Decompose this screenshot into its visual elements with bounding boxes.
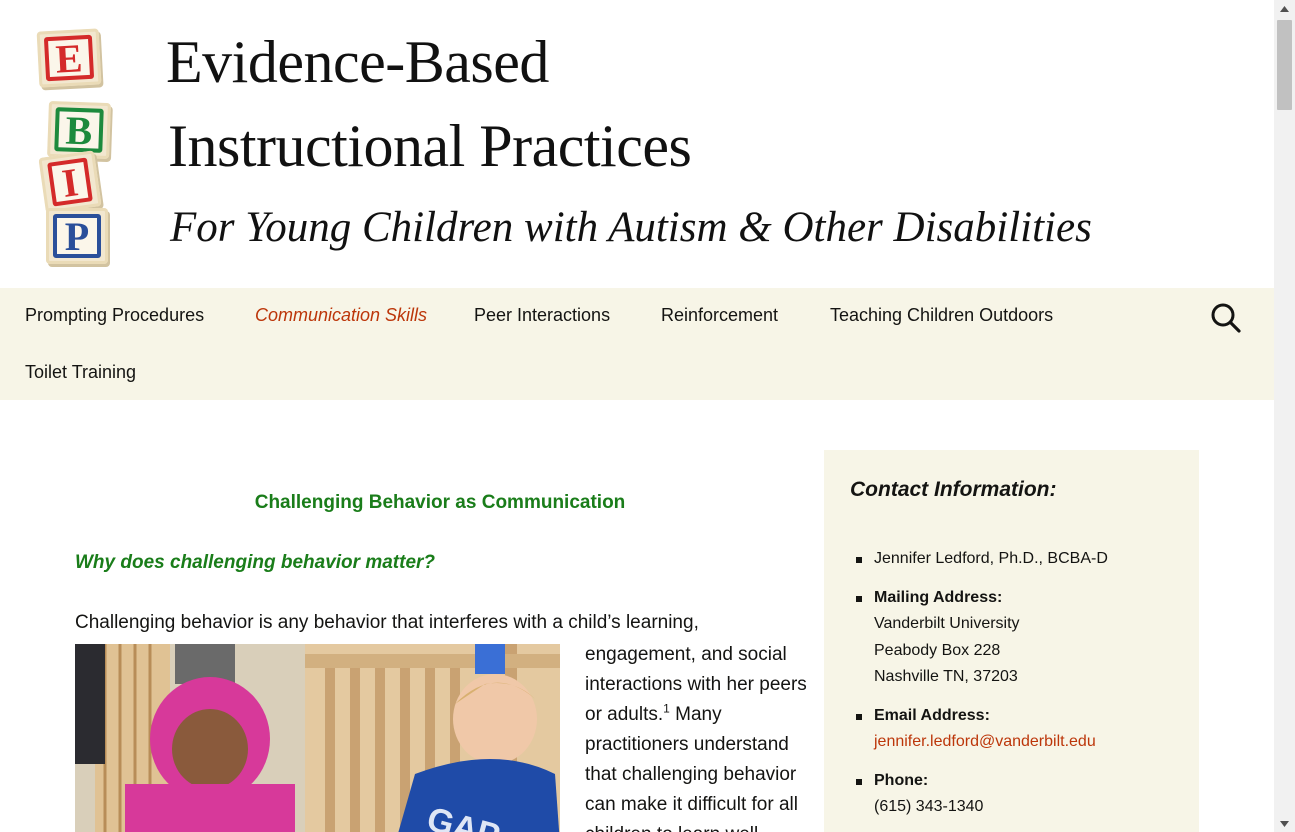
site-title-line2[interactable]: Instructional Practices xyxy=(168,110,692,182)
search-icon xyxy=(1211,303,1241,333)
scroll-thumb[interactable] xyxy=(1277,20,1292,110)
phone-number: (615) 343-1340 xyxy=(874,798,984,815)
logo-block-e: E xyxy=(36,28,102,88)
contact-widget: Contact Information: Jennifer Ledford, P… xyxy=(824,450,1199,832)
email-link[interactable]: jennifer.ledford@vanderbilt.edu xyxy=(874,729,1180,756)
footnote-link[interactable]: 1 xyxy=(663,702,670,716)
site-logo[interactable]: E B I P xyxy=(32,24,124,264)
site-subtitle: For Young Children with Autism & Other D… xyxy=(170,204,1092,251)
mailing-line-3: Nashville TN, 37203 xyxy=(874,668,1018,685)
mailing-address-item: Mailing Address: Vanderbilt University P… xyxy=(850,585,1180,691)
article-title: Challenging Behavior as Communication xyxy=(254,492,626,513)
nav-item-teaching-children-outdoors[interactable]: Teaching Children Outdoors xyxy=(830,303,1053,327)
nav-item-toilet-training[interactable]: Toilet Training xyxy=(25,360,136,384)
mailing-line-1: Vanderbilt University xyxy=(874,615,1020,632)
email-label: Email Address: xyxy=(874,706,990,724)
search-button[interactable] xyxy=(1208,300,1244,336)
arrow-up-icon xyxy=(1280,5,1289,12)
nav-item-prompting-procedures[interactable]: Prompting Procedures xyxy=(25,303,204,327)
site-header: E B I P Evidence-Based Instructional Pra… xyxy=(0,0,1274,288)
main-navigation: Prompting Procedures Communication Skill… xyxy=(0,288,1274,400)
contact-name-item: Jennifer Ledford, Ph.D., BCBA-D xyxy=(850,546,1180,573)
section-heading: Why does challenging behavior matter? xyxy=(75,552,436,573)
email-item: Email Address: jennifer.ledford@vanderbi… xyxy=(850,703,1180,756)
contact-list: Jennifer Ledford, Ph.D., BCBA-D Mailing … xyxy=(850,546,1180,832)
phone-item: Phone: (615) 343-1340 xyxy=(850,768,1180,821)
scroll-up-button[interactable] xyxy=(1274,0,1295,17)
mailing-address-label: Mailing Address: xyxy=(874,588,1003,606)
mailing-line-2: Peabody Box 228 xyxy=(874,641,1001,659)
contact-name: Jennifer Ledford, Ph.D., BCBA-D xyxy=(874,550,1108,567)
logo-block-p: P xyxy=(46,208,108,264)
phone-label: Phone: xyxy=(874,771,929,789)
nav-item-reinforcement[interactable]: Reinforcement xyxy=(661,303,778,327)
children-photo: GAP xyxy=(75,644,560,832)
arrow-down-icon xyxy=(1280,820,1289,827)
vertical-scrollbar[interactable] xyxy=(1274,0,1295,832)
paragraph-wrapped: engagement, and social interactions with… xyxy=(585,640,810,832)
site-title-line1[interactable]: Evidence-Based xyxy=(166,26,549,98)
scroll-down-button[interactable] xyxy=(1274,815,1295,832)
logo-block-b: B xyxy=(47,100,111,160)
logo-block-i: I xyxy=(38,150,102,214)
nav-item-communication-skills[interactable]: Communication Skills xyxy=(255,303,427,327)
widget-title: Contact Information: xyxy=(850,478,1057,501)
nav-item-peer-interactions[interactable]: Peer Interactions xyxy=(474,303,610,327)
paragraph-first-line: Challenging behavior is any behavior tha… xyxy=(75,612,699,633)
